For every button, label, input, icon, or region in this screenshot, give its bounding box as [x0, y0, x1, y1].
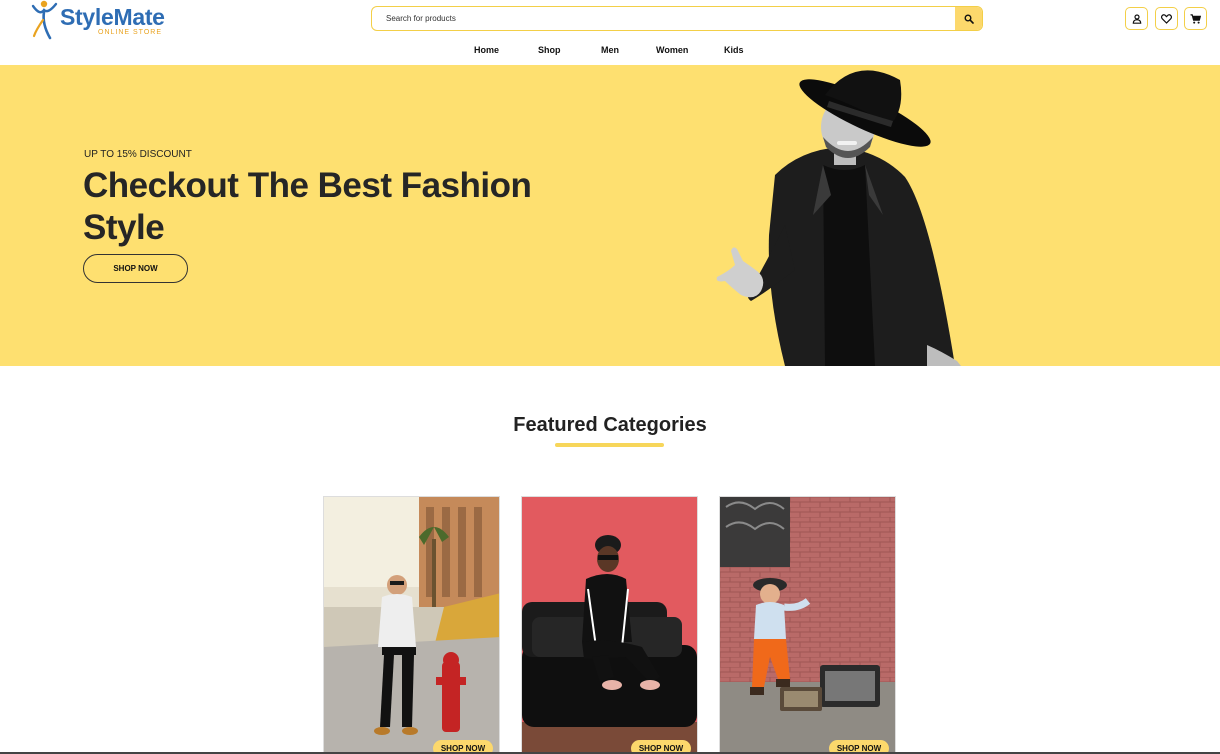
- brand-logo[interactable]: StyleMate ONLINE STORE: [30, 0, 170, 40]
- category-photo-men: [324, 497, 499, 753]
- category-card-kids[interactable]: SHOP NOW: [719, 496, 896, 754]
- hero-eyebrow: UP TO 15% DISCOUNT: [84, 149, 192, 160]
- nav-women[interactable]: Women: [656, 45, 688, 55]
- search-button[interactable]: [955, 7, 982, 30]
- site-header: StyleMate ONLINE STORE Home Shop: [0, 0, 1220, 65]
- nav-shop[interactable]: Shop: [538, 45, 561, 55]
- search-bar: [371, 6, 983, 31]
- hero-model-image: [716, 70, 961, 366]
- logo-figure-icon: [31, 0, 58, 40]
- heart-icon: [1161, 13, 1172, 24]
- cart-icon: [1190, 13, 1201, 24]
- title-underline: [555, 443, 664, 447]
- cart-button[interactable]: [1184, 7, 1207, 30]
- hero-title: Checkout The Best Fashion Style: [83, 166, 532, 247]
- hero-shop-now-button[interactable]: SHOP NOW: [83, 254, 188, 283]
- brand-tagline: ONLINE STORE: [98, 29, 162, 36]
- user-icon: [1132, 13, 1141, 24]
- nav-kids[interactable]: Kids: [724, 45, 744, 55]
- category-photo-kids: [720, 497, 895, 753]
- main-nav: Home Shop Men Women Kids: [0, 45, 1220, 59]
- brand-name: StyleMate: [60, 4, 165, 30]
- hero-banner: UP TO 15% DISCOUNT Checkout The Best Fas…: [0, 65, 1220, 366]
- nav-men[interactable]: Men: [601, 45, 619, 55]
- wishlist-button[interactable]: [1155, 7, 1178, 30]
- account-button[interactable]: [1125, 7, 1148, 30]
- category-photo-women: [522, 497, 697, 753]
- nav-home[interactable]: Home: [474, 45, 499, 55]
- search-input[interactable]: [372, 7, 956, 30]
- search-icon: [964, 14, 974, 24]
- category-card-men[interactable]: SHOP NOW: [323, 496, 500, 754]
- featured-categories-title: Featured Categories: [513, 414, 707, 436]
- category-card-women[interactable]: SHOP NOW: [521, 496, 698, 754]
